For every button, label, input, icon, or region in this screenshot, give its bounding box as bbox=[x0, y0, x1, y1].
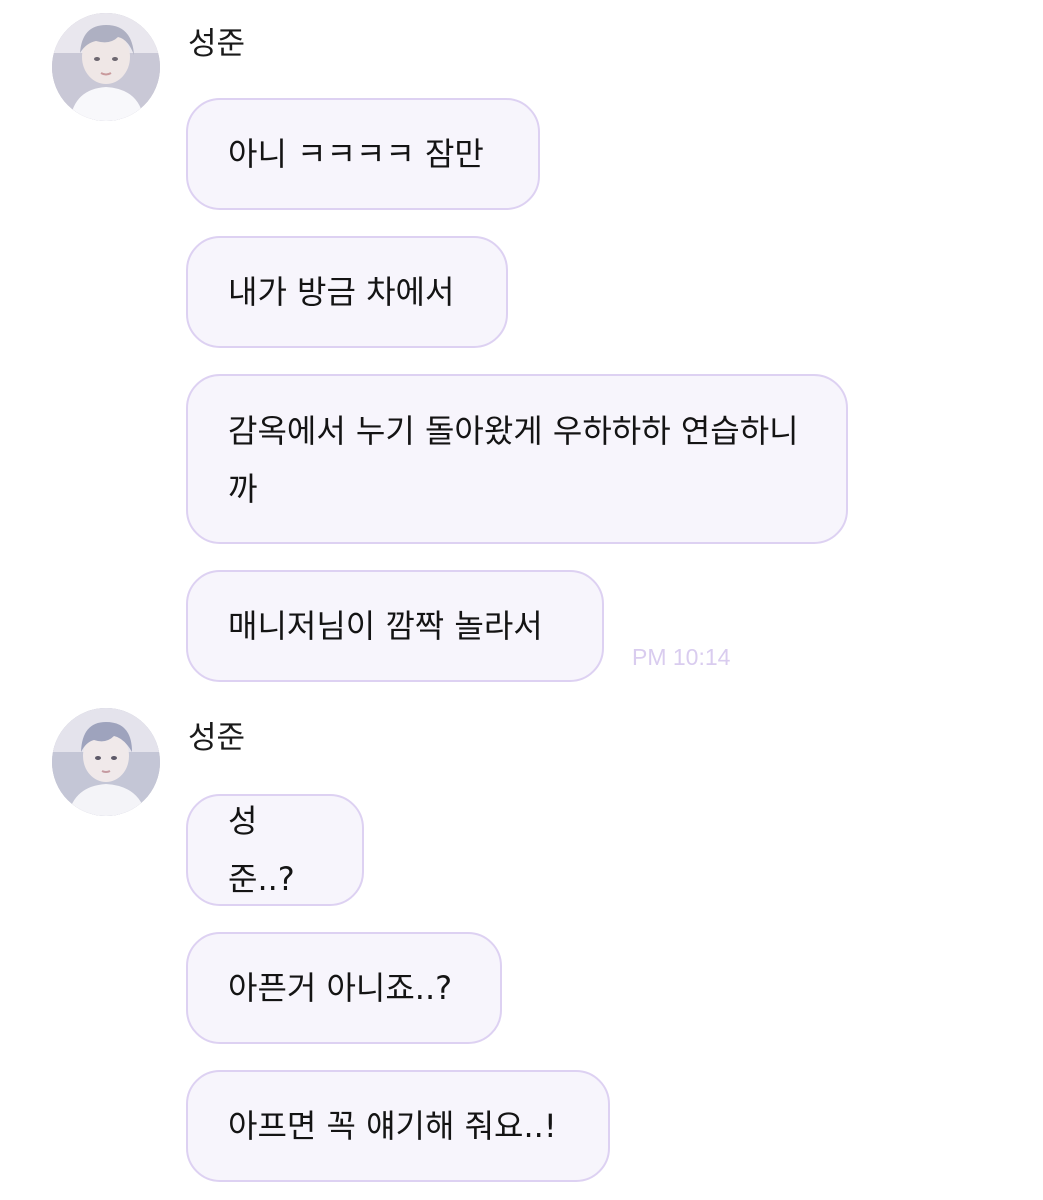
profile-photo-icon bbox=[52, 708, 160, 816]
avatar[interactable] bbox=[52, 13, 160, 121]
message-bubble[interactable]: 아프면 꼭 얘기해 줘요..! bbox=[186, 1070, 610, 1182]
sender-name: 성준 bbox=[188, 26, 246, 62]
message-text: 아프면 꼭 얘기해 줘요..! bbox=[228, 1107, 557, 1145]
message-bubble[interactable]: 매니저님이 깜짝 놀라서 bbox=[186, 570, 604, 682]
message-bubble[interactable]: 성준..? bbox=[186, 794, 364, 906]
message-bubble[interactable]: 아니 ㅋㅋㅋㅋ 잠만 bbox=[186, 98, 540, 210]
message-group: 성준 아니 ㅋㅋㅋㅋ 잠만 내가 방금 차에서 감옥에서 누기 돌아왔게 우하하… bbox=[0, 0, 1043, 700]
message-bubble[interactable]: 아픈거 아니죠..? bbox=[186, 932, 502, 1044]
message-text: 아픈거 아니죠..? bbox=[228, 969, 453, 1007]
message-text: 내가 방금 차에서 bbox=[228, 273, 455, 311]
message-text: 아니 ㅋㅋㅋㅋ 잠만 bbox=[228, 135, 484, 173]
message-text: 감옥에서 누기 돌아왔게 우하하하 연습하니까 bbox=[228, 412, 799, 508]
timestamp: PM 10:14 bbox=[632, 644, 731, 670]
profile-photo-icon bbox=[52, 13, 160, 121]
message-text: 성준..? bbox=[228, 802, 295, 898]
sender-name: 성준 bbox=[188, 720, 246, 756]
message-bubble[interactable]: 내가 방금 차에서 bbox=[186, 236, 508, 348]
message-bubble[interactable]: 감옥에서 누기 돌아왔게 우하하하 연습하니까 bbox=[186, 374, 848, 544]
avatar[interactable] bbox=[52, 708, 160, 816]
message-text: 매니저님이 깜짝 놀라서 bbox=[228, 607, 543, 645]
